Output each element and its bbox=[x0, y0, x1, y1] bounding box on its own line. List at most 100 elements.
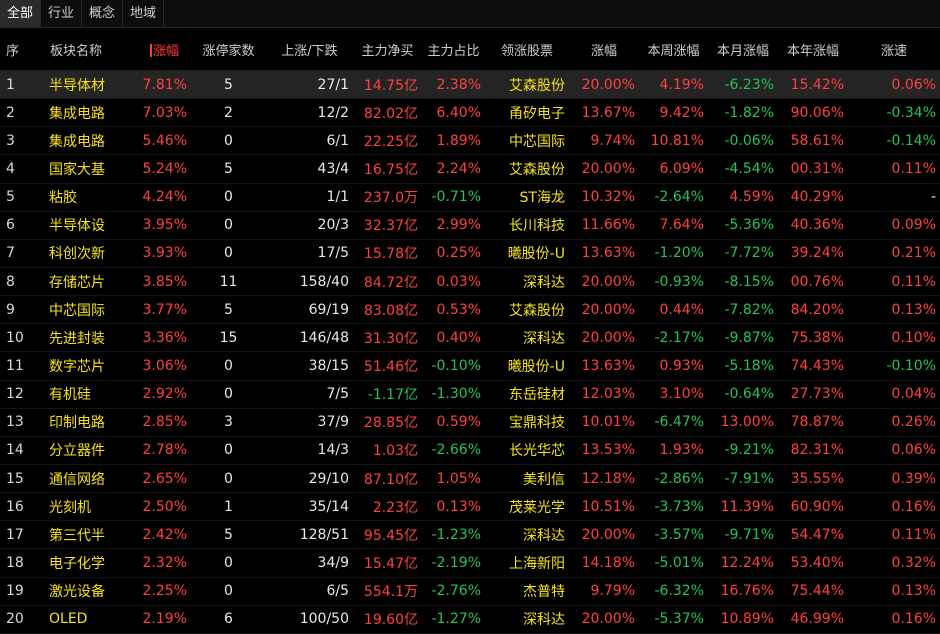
cell-main-net-buy: 15.78亿 bbox=[353, 239, 422, 268]
col-up-down[interactable]: 上涨/下跌 bbox=[266, 28, 353, 71]
table-row[interactable]: 1 半导体材 7.81% 5 27/1 14.75亿 2.38% 艾森股份 20.00% 4.19… bbox=[0, 70, 940, 100]
table-row[interactable]: 12 有机硅 2.92% 0 7/5 -1.17亿 -1.30% 东岳硅材 12.03% 3.10… bbox=[0, 380, 940, 409]
table-row[interactable]: 8 存储芯片 3.85% 11 158/40 84.72亿 0.03% 深科达 20.00% -0… bbox=[0, 267, 940, 297]
table-row[interactable]: 14 分立器件 2.78% 0 14/3 1.03亿 -2.66% 长光华芯 13.53% 1.9… bbox=[0, 436, 940, 465]
cell-change: 2.50% bbox=[138, 492, 191, 522]
col-index[interactable]: 序 bbox=[0, 28, 38, 71]
cell-index: 15 bbox=[0, 464, 38, 494]
cell-leading-stock: 长光华芯 bbox=[485, 436, 569, 465]
cell-up-down: 37/9 bbox=[266, 408, 353, 437]
table-row[interactable]: 3 集成电路 5.46% 0 6/1 22.25亿 1.89% 中芯国际 9.74% 10.81%… bbox=[0, 126, 940, 156]
col-limit-up-count[interactable]: 涨停家数 bbox=[191, 28, 266, 71]
table-row[interactable]: 15 通信网络 2.65% 0 29/10 87.10亿 1.05% 美利信 12.18% -2.… bbox=[0, 464, 940, 494]
cell-year-change: 75.38% bbox=[778, 323, 848, 353]
table-row[interactable]: 5 粘胶 4.24% 0 1/1 237.0万 -0.71% ST海龙 10.32% -2.64%… bbox=[0, 183, 940, 212]
cell-week-change: -5.01% bbox=[639, 548, 708, 578]
cell-leading-stock: 美利信 bbox=[485, 464, 569, 494]
cell-limit-up-count: 0 bbox=[191, 577, 266, 606]
table-row[interactable]: 4 国家大基 5.24% 5 43/4 16.75亿 2.24% 艾森股份 20.00% 6.09… bbox=[0, 154, 940, 184]
col-leading-stock[interactable]: 领涨股票 bbox=[485, 28, 569, 71]
cell-speed: 0.21% bbox=[848, 239, 940, 268]
col-sector-name[interactable]: 板块名称 bbox=[38, 28, 138, 71]
table-row[interactable]: 7 科创次新 3.93% 0 17/5 15.78亿 0.25% 曦股份-U 13.63% -1.… bbox=[0, 239, 940, 268]
cell-speed: 0.06% bbox=[848, 70, 940, 100]
tab-industry[interactable]: 行业 bbox=[41, 0, 83, 27]
col-speed[interactable]: 涨速 bbox=[848, 28, 940, 71]
cell-week-change: 0.44% bbox=[639, 295, 708, 325]
table-row[interactable]: 10 先进封装 3.36% 15 146/48 31.30亿 0.40% 深科达 20.00% -… bbox=[0, 323, 940, 353]
cell-speed: 0.13% bbox=[848, 295, 940, 325]
cell-up-down: 14/3 bbox=[266, 436, 353, 465]
cell-year-change: 75.44% bbox=[778, 577, 848, 606]
cell-month-change: -4.54% bbox=[708, 154, 778, 184]
col-month-change[interactable]: 本月涨幅 bbox=[708, 28, 778, 71]
cell-leading-stock: 艾森股份 bbox=[485, 295, 569, 325]
col-week-change[interactable]: 本周涨幅 bbox=[639, 28, 708, 71]
cell-limit-up-count: 2 bbox=[191, 98, 266, 128]
cell-up-down: 29/10 bbox=[266, 464, 353, 494]
table-row[interactable]: 17 第三代半 2.42% 5 128/51 95.45亿 -1.23% 深科达 20.00% -… bbox=[0, 520, 940, 550]
table-row[interactable]: 2 集成电路 7.03% 2 12/2 82.02亿 6.40% 甬矽电子 13.67% 9.42… bbox=[0, 98, 940, 128]
cell-index: 10 bbox=[0, 323, 38, 353]
cell-main-ratio: -0.71% bbox=[422, 183, 485, 212]
col-main-net-buy[interactable]: 主力净买 bbox=[353, 28, 422, 71]
cell-change: 2.32% bbox=[138, 548, 191, 578]
table-row[interactable]: 20 OLED 2.19% 6 100/50 19.60亿 -1.27% 深科达 20.00% -… bbox=[0, 605, 940, 634]
col-main-ratio[interactable]: 主力占比 bbox=[422, 28, 485, 71]
cell-month-change: -5.36% bbox=[708, 211, 778, 240]
table-row[interactable]: 16 光刻机 2.50% 1 35/14 2.23亿 0.13% 茂莱光学 10.51% -3.7… bbox=[0, 492, 940, 522]
cell-limit-up-count: 1 bbox=[191, 492, 266, 522]
cell-leader-change: 13.67% bbox=[569, 98, 639, 128]
cell-week-change: 1.93% bbox=[639, 436, 708, 465]
cell-up-down: 100/50 bbox=[266, 605, 353, 634]
col-change[interactable]: 涨幅 bbox=[138, 28, 191, 71]
cell-year-change: 84.20% bbox=[778, 295, 848, 325]
tab-region[interactable]: 地域 bbox=[123, 0, 165, 27]
cell-year-change: 58.61% bbox=[778, 126, 848, 156]
cell-index: 1 bbox=[0, 70, 38, 100]
cell-limit-up-count: 5 bbox=[191, 295, 266, 325]
cell-week-change: -6.47% bbox=[639, 408, 708, 437]
cell-leader-change: 20.00% bbox=[569, 605, 639, 634]
cell-limit-up-count: 0 bbox=[191, 211, 266, 240]
cell-index: 9 bbox=[0, 295, 38, 325]
cell-main-ratio: 0.40% bbox=[422, 323, 485, 353]
table-row[interactable]: 19 激光设备 2.25% 0 6/5 554.1万 -2.76% 杰普特 9.79% -6.32… bbox=[0, 577, 940, 606]
cell-week-change: -2.17% bbox=[639, 323, 708, 353]
cell-main-ratio: -0.10% bbox=[422, 351, 485, 381]
cell-speed: -0.10% bbox=[848, 351, 940, 381]
cell-change: 2.25% bbox=[138, 577, 191, 606]
table-row[interactable]: 11 数字芯片 3.06% 0 38/15 51.46亿 -0.10% 曦股份-U 13.63%… bbox=[0, 351, 940, 381]
cell-main-net-buy: 87.10亿 bbox=[353, 464, 422, 494]
cell-up-down: 1/1 bbox=[266, 183, 353, 212]
table-row[interactable]: 6 半导体设 3.95% 0 20/3 32.37亿 2.99% 长川科技 11.66% 7.64… bbox=[0, 211, 940, 240]
table-row[interactable]: 18 电子化学 2.32% 0 34/9 15.47亿 -2.19% 上海新阳 14.18% -5… bbox=[0, 548, 940, 578]
cell-sector-name: 数字芯片 bbox=[38, 351, 138, 381]
cell-main-ratio: -2.19% bbox=[422, 548, 485, 578]
cell-leader-change: 13.63% bbox=[569, 239, 639, 268]
table-row[interactable]: 9 中芯国际 3.77% 5 69/19 83.08亿 0.53% 艾森股份 20.00% 0.4… bbox=[0, 295, 940, 325]
cell-year-change: 78.87% bbox=[778, 408, 848, 437]
cell-main-ratio: -1.27% bbox=[422, 605, 485, 634]
col-year-change[interactable]: 本年涨幅 bbox=[778, 28, 848, 71]
cell-up-down: 20/3 bbox=[266, 211, 353, 240]
cell-year-change: 60.90% bbox=[778, 492, 848, 522]
cell-up-down: 43/4 bbox=[266, 154, 353, 184]
cell-year-change: 15.42% bbox=[778, 70, 848, 100]
col-leader-change[interactable]: 涨幅 bbox=[569, 28, 639, 71]
cell-leading-stock: 茂莱光学 bbox=[485, 492, 569, 522]
table-row[interactable]: 13 印制电路 2.85% 3 37/9 28.85亿 0.59% 宝鼎科技 10.01% -6.… bbox=[0, 408, 940, 437]
cell-month-change: -1.82% bbox=[708, 98, 778, 128]
tab-concept[interactable]: 概念 bbox=[82, 0, 124, 27]
cell-up-down: 158/40 bbox=[266, 267, 353, 297]
cell-sector-name: 中芯国际 bbox=[38, 295, 138, 325]
cell-limit-up-count: 3 bbox=[191, 408, 266, 437]
cell-main-net-buy: 95.45亿 bbox=[353, 520, 422, 550]
cell-main-ratio: -2.76% bbox=[422, 577, 485, 606]
tab-all[interactable]: 全部 bbox=[0, 0, 42, 27]
cell-year-change: 35.55% bbox=[778, 464, 848, 494]
cell-leading-stock: 中芯国际 bbox=[485, 126, 569, 156]
cell-speed: 0.26% bbox=[848, 408, 940, 437]
cell-leading-stock: 深科达 bbox=[485, 267, 569, 297]
cell-sector-name: 印制电路 bbox=[38, 408, 138, 437]
